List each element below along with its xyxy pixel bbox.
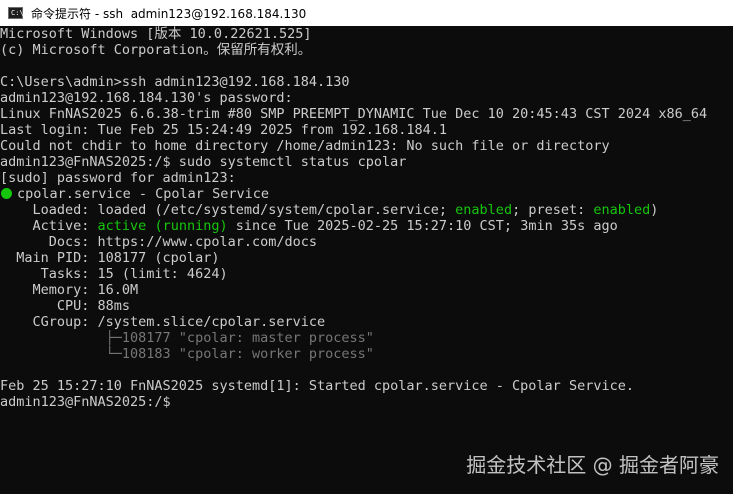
terminal-line: [sudo] password for admin123: (0, 170, 236, 186)
terminal-line: Microsoft Windows [版本 10.0.22621.525] (0, 26, 312, 42)
active-since: since Tue 2025-02-25 15:27:10 CST; 3min … (227, 218, 618, 234)
systemd-log-line: Feb 25 15:27:10 FnNAS2025 systemd[1]: St… (0, 378, 634, 394)
main-pid-line: Main PID: 108177 (cpolar) (0, 250, 220, 266)
preset-status: enabled (593, 202, 651, 218)
active-state: active (running) (97, 218, 228, 234)
terminal-line: Could not chdir to home directory /home/… (0, 138, 610, 154)
loaded-label: Loaded: (0, 202, 98, 218)
preset-label: ; preset: (512, 202, 594, 218)
watermark: 掘金技术社区 @ 掘金者阿豪 (466, 453, 719, 477)
cgroup-line: CGroup: /system.slice/cpolar.service (0, 314, 326, 330)
loaded-path: loaded (/etc/systemd/system/cpolar.servi… (97, 202, 456, 218)
shell-prompt[interactable]: admin123@FnNAS2025:/$ (0, 394, 733, 410)
cpu-line: CPU: 88ms (0, 298, 131, 314)
terminal-line: C:\Users\admin>ssh admin123@192.168.184.… (0, 74, 350, 90)
terminal-output[interactable]: Microsoft Windows [版本 10.0.22621.525] (c… (0, 26, 733, 494)
service-status-line: cpolar.service - Cpolar Service (0, 186, 733, 202)
status-dot-icon (1, 188, 12, 199)
enabled-status: enabled (455, 202, 513, 218)
terminal-line: (c) Microsoft Corporation。保留所有权利。 (0, 42, 312, 58)
cgroup-process-worker: └─108183 "cpolar: worker process" (0, 346, 374, 362)
title-bar[interactable]: C:\ 命令提示符 - ssh admin123@192.168.184.130 (0, 0, 733, 26)
docs-line: Docs: https://www.cpolar.com/docs (0, 234, 317, 250)
terminal-line: Linux FnNAS2025 6.6.38-trim #80 SMP PREE… (0, 106, 708, 122)
active-label: Active: (0, 218, 98, 234)
loaded-close: ) (650, 202, 659, 218)
terminal-line: Last login: Tue Feb 25 15:24:49 2025 fro… (0, 122, 448, 138)
cgroup-process-master: ├─108177 "cpolar: master process" (0, 330, 374, 346)
terminal-window: C:\ 命令提示符 - ssh admin123@192.168.184.130… (0, 0, 733, 494)
memory-line: Memory: 16.0M (0, 282, 139, 298)
terminal-line: admin123@FnNAS2025:/$ sudo systemctl sta… (0, 154, 407, 170)
service-name: cpolar.service - Cpolar Service (17, 186, 269, 202)
loaded-line: Loaded: loaded (/etc/systemd/system/cpol… (0, 202, 733, 218)
window-title: 命令提示符 - ssh admin123@192.168.184.130 (31, 6, 307, 21)
tasks-line: Tasks: 15 (limit: 4624) (0, 266, 228, 282)
active-line: Active: active (running) since Tue 2025-… (0, 218, 733, 234)
cmd-prompt-icon: C:\ (8, 7, 24, 19)
terminal-line: admin123@192.168.184.130's password: (0, 90, 293, 106)
